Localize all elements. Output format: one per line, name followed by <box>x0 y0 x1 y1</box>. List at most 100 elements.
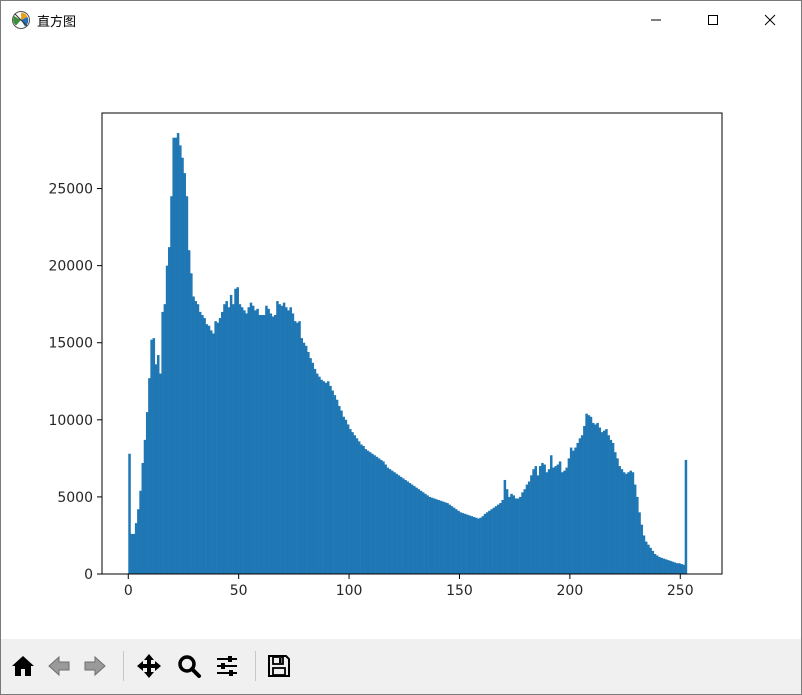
histogram-bar <box>545 472 549 574</box>
histogram-bar <box>280 305 284 574</box>
histogram-bar <box>214 321 217 574</box>
histogram-bar <box>397 475 401 574</box>
histogram-bar <box>627 472 630 574</box>
histogram-bar <box>594 424 597 574</box>
histogram-bar <box>148 378 151 574</box>
histogram-bar <box>561 472 564 574</box>
histogram-bar <box>368 452 372 574</box>
minimize-icon <box>651 19 661 21</box>
histogram-bar <box>472 516 476 574</box>
histogram-bar <box>243 310 246 574</box>
histogram-bar <box>353 435 356 574</box>
histogram-bar <box>274 314 277 574</box>
move-icon <box>137 654 161 678</box>
histogram-bar <box>680 563 683 574</box>
histogram-bar <box>203 318 206 574</box>
histogram-bar <box>165 265 169 574</box>
forward-arrow-icon <box>84 655 106 677</box>
histogram-bar <box>622 472 626 574</box>
histogram-bar <box>521 492 524 574</box>
navigation-toolbar <box>1 639 801 694</box>
histogram-bar <box>399 476 403 574</box>
histogram-bar <box>457 510 460 574</box>
histogram-bar <box>386 467 390 574</box>
x-tick-label: 150 <box>446 583 473 599</box>
histogram-bar <box>479 517 482 574</box>
histogram-bar <box>287 310 290 574</box>
histogram-bar <box>419 490 423 574</box>
histogram-bar <box>393 472 396 574</box>
histogram-bar <box>285 307 288 574</box>
save-button[interactable] <box>263 649 295 683</box>
histogram-bar <box>291 313 295 574</box>
histogram-bar <box>293 321 297 574</box>
histogram-bar <box>421 492 425 574</box>
histogram-bar <box>461 513 465 574</box>
histogram-bar <box>192 296 195 574</box>
minimize-button[interactable] <box>627 1 685 39</box>
histogram-bar <box>152 338 156 574</box>
histogram-bar <box>198 311 202 574</box>
histogram-bar <box>602 430 606 574</box>
histogram-bar <box>346 424 350 574</box>
histogram-bar <box>653 553 657 574</box>
histogram-bar <box>172 137 175 575</box>
y-axis-ticks: 0 5000 10000 15000 20000 25000 <box>48 182 102 583</box>
title-bar[interactable]: 直方图 <box>1 1 801 39</box>
histogram-bar <box>181 157 184 574</box>
histogram-bar <box>335 399 339 574</box>
configure-subplots-button[interactable] <box>211 649 243 683</box>
home-button[interactable] <box>7 649 39 683</box>
histogram-bar <box>441 501 445 574</box>
histogram-bar <box>424 493 427 574</box>
histogram-bar <box>605 429 608 574</box>
histogram-chart: 0 50 100 150 200 250 0 5000 10000 15000 20000 2500… <box>48 112 723 599</box>
histogram-bar <box>269 313 273 574</box>
histogram-bar <box>527 481 531 574</box>
histogram-bar <box>583 425 586 574</box>
histogram-bar <box>329 385 332 574</box>
histogram-bar <box>671 561 674 574</box>
histogram-bar <box>132 533 136 574</box>
histogram-bar <box>470 516 474 574</box>
histogram-bar <box>296 322 299 574</box>
maximize-button[interactable] <box>684 1 742 39</box>
histogram-bar <box>439 500 443 574</box>
zoom-button[interactable] <box>173 649 205 683</box>
histogram-bar <box>357 441 361 574</box>
histogram-bar <box>523 489 527 574</box>
histogram-bar <box>572 450 575 574</box>
histogram-bar <box>377 458 381 574</box>
figure-canvas[interactable]: 0 50 100 150 200 250 0 5000 10000 15000 20000 2500… <box>1 39 801 639</box>
x-axis-ticks: 0 50 100 150 200 250 <box>124 574 694 599</box>
histogram-bar <box>238 304 242 574</box>
histogram-bar <box>258 314 262 574</box>
close-button[interactable] <box>741 1 799 39</box>
histogram-bar <box>307 351 310 574</box>
histogram-bar <box>543 464 546 574</box>
histogram-bar <box>236 287 239 574</box>
histogram-bar <box>333 395 337 574</box>
histogram-bar <box>342 416 345 574</box>
histogram-bar <box>322 381 326 574</box>
histogram-bar <box>675 563 679 574</box>
pan-button[interactable] <box>133 649 165 683</box>
histogram-bar <box>298 321 301 574</box>
forward-button[interactable] <box>79 649 111 683</box>
histogram-bar <box>311 362 315 574</box>
histogram-bar <box>616 458 619 574</box>
histogram-bar <box>499 503 502 574</box>
histogram-bar <box>673 562 677 574</box>
histogram-bar <box>402 478 405 574</box>
histogram-bar <box>501 499 504 574</box>
y-tick-label: 15000 <box>48 336 93 352</box>
histogram-bar <box>640 524 644 574</box>
histogram-bar <box>260 314 264 574</box>
histogram-bar <box>488 510 491 574</box>
histogram-bar <box>406 481 409 574</box>
histogram-bar <box>514 498 518 574</box>
back-button[interactable] <box>43 649 75 683</box>
histogram-bar <box>655 555 659 574</box>
histogram-bar <box>629 470 632 574</box>
x-tick-label: 250 <box>667 583 694 599</box>
